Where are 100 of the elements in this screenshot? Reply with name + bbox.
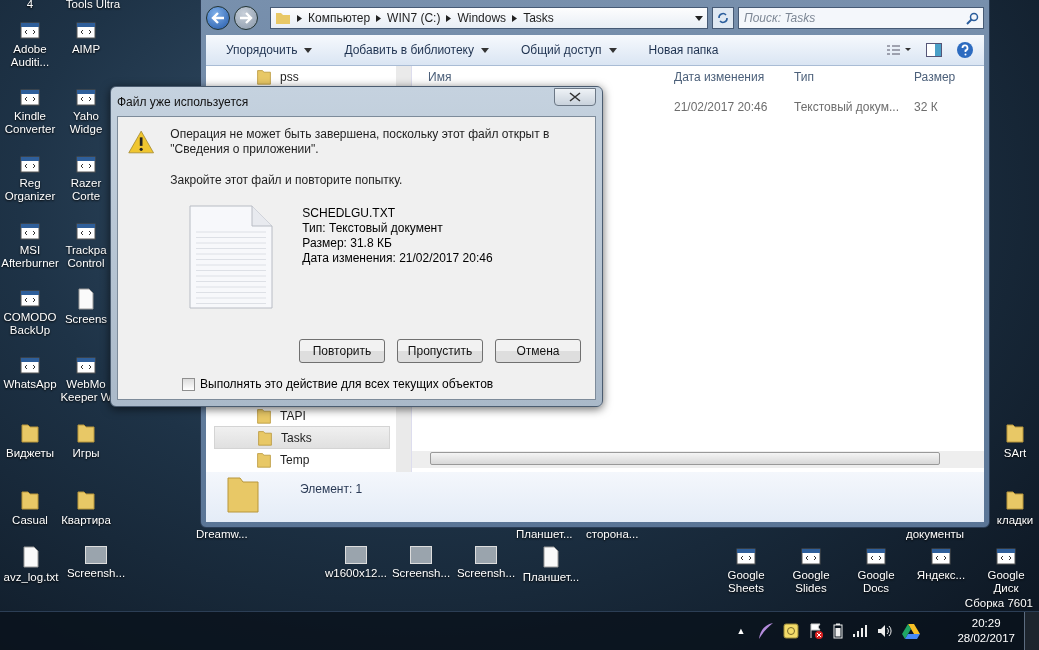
breadcrumb[interactable]: WIN7 (C:) <box>387 11 441 25</box>
speaker-icon[interactable] <box>877 624 894 638</box>
note-icon[interactable] <box>783 623 800 639</box>
folder-icon <box>20 422 40 444</box>
folder-icon <box>76 422 96 444</box>
dialog-button[interactable]: Отмена <box>495 339 581 363</box>
view-options-icon[interactable] <box>886 44 912 56</box>
folder-tree-item[interactable]: Temp <box>214 449 390 470</box>
back-arrow-icon <box>211 12 225 24</box>
file-detail: Тип: Текстовый документ <box>302 221 444 236</box>
breadcrumb[interactable]: Tasks <box>523 11 554 25</box>
document-icon <box>77 288 95 310</box>
column-header[interactable]: Дата изменения <box>674 70 794 84</box>
table-cell-text: 32 К <box>914 100 939 114</box>
icon-label: Планшет... <box>516 528 573 540</box>
document-icon <box>22 546 40 568</box>
chevron-icon <box>297 14 302 22</box>
dialog-message: Операция не может быть завершена, поскольку этот файл открыт в "Сведения о приложении". <box>170 127 551 157</box>
apply-all-option[interactable]: Выполнять это действие для всех текущих объектов <box>182 377 581 391</box>
column-header[interactable]: Размер <box>914 70 974 84</box>
build-text: Сборка 7601 <box>964 597 1033 609</box>
file-detail: Размер: 31.8 КБ <box>302 236 393 251</box>
clock-time: 20:29 <box>971 616 1001 631</box>
column-header[interactable]: Имя <box>412 70 674 84</box>
column-header[interactable]: Тип <box>794 70 914 84</box>
program-icon <box>76 87 96 107</box>
signal-icon[interactable] <box>852 624 869 638</box>
program-icon <box>996 546 1016 566</box>
folder-icon <box>256 406 272 425</box>
icon-label: 4 <box>25 0 35 10</box>
scroll-thumb[interactable] <box>430 452 940 465</box>
dialog-title: Файл уже используется <box>117 94 249 109</box>
refresh-button[interactable] <box>712 7 734 29</box>
forward-arrow-icon <box>239 12 253 24</box>
close-icon <box>569 91 581 102</box>
search-icon <box>966 12 979 25</box>
address-bar[interactable]: Компьютер WIN7 (C:) Windows Tasks <box>270 7 708 29</box>
checkbox-label: Выполнять это действие для всех текущих объектов <box>200 377 494 391</box>
program-icon <box>20 288 40 308</box>
battery-icon[interactable] <box>833 623 844 639</box>
triangle-logo-icon[interactable] <box>902 623 921 639</box>
folder-tree-item[interactable]: Tasks <box>214 426 390 449</box>
program-icon <box>20 20 40 40</box>
item-count: Элемент: 1 <box>300 482 363 496</box>
scrollbar[interactable] <box>412 451 984 468</box>
dialog-button[interactable]: Пропустить <box>397 339 483 363</box>
folder-icon <box>1005 489 1025 511</box>
folder-icon <box>226 474 260 514</box>
folder-icon <box>20 489 40 511</box>
toolbar-button[interactable]: Упорядочить <box>222 39 317 61</box>
program-icon <box>20 87 40 107</box>
program-icon <box>736 546 756 566</box>
help-icon[interactable] <box>956 41 974 59</box>
folder-tree-item[interactable]: TAPI <box>214 405 390 426</box>
dropdown-icon[interactable] <box>695 15 703 21</box>
clock-date: 28/02/2017 <box>957 631 1015 646</box>
forward-button[interactable] <box>234 6 258 30</box>
preview-pane-icon[interactable] <box>926 43 942 57</box>
breadcrumb[interactable]: Windows <box>457 11 507 25</box>
icon-label: Dreamw... <box>196 528 248 540</box>
toolbar-button[interactable]: Добавить в библиотеку <box>340 39 493 61</box>
close-button[interactable] <box>554 87 596 106</box>
program-icon <box>20 154 40 174</box>
back-button[interactable] <box>206 6 230 30</box>
chevron-icon <box>446 14 452 22</box>
flag-error-icon[interactable] <box>808 623 825 639</box>
icon-label: документы <box>906 528 965 540</box>
folder-tree-item[interactable]: pss <box>214 66 390 87</box>
program-icon <box>866 546 886 566</box>
search-field[interactable]: Поиск: Tasks <box>738 7 984 29</box>
folder-icon <box>76 489 96 511</box>
file-detail: Дата изменения: 21/02/2017 20:46 <box>302 251 493 266</box>
text-file-icon <box>188 204 275 310</box>
photo-placeholder <box>475 546 497 564</box>
table-cell-text: 21/02/2017 20:46 <box>674 100 769 114</box>
program-icon <box>76 20 96 40</box>
icon-label: сторона... <box>586 528 639 540</box>
folder-icon <box>257 428 273 447</box>
chevron-icon <box>376 14 382 22</box>
toolbar-button[interactable]: Новая папка <box>644 39 723 61</box>
clock[interactable]: 20:29 28/02/2017 <box>957 616 1015 646</box>
checkbox[interactable] <box>182 377 195 391</box>
icon-label: Tools Ultra <box>64 0 122 10</box>
table-cell-text: Текстовый докум... <box>794 100 900 114</box>
folder-icon <box>256 450 272 469</box>
show-desktop-button[interactable] <box>1024 612 1039 650</box>
breadcrumb[interactable]: Компьютер <box>308 11 371 25</box>
program-icon <box>801 546 821 566</box>
folder-icon <box>256 67 272 86</box>
show-hidden-icons-button[interactable]: ▲ <box>732 626 750 636</box>
folder-icon <box>1005 422 1025 444</box>
program-icon <box>76 221 96 241</box>
photo-placeholder <box>85 546 107 564</box>
toolbar-button[interactable]: Общий доступ <box>516 39 621 61</box>
dialog-button[interactable]: Повторить <box>299 339 385 363</box>
file-detail: SCHEDLGU.TXT <box>302 206 396 221</box>
program-icon <box>931 546 951 566</box>
program-icon <box>20 355 40 375</box>
folder-icon <box>275 10 291 26</box>
program-icon <box>76 154 96 174</box>
